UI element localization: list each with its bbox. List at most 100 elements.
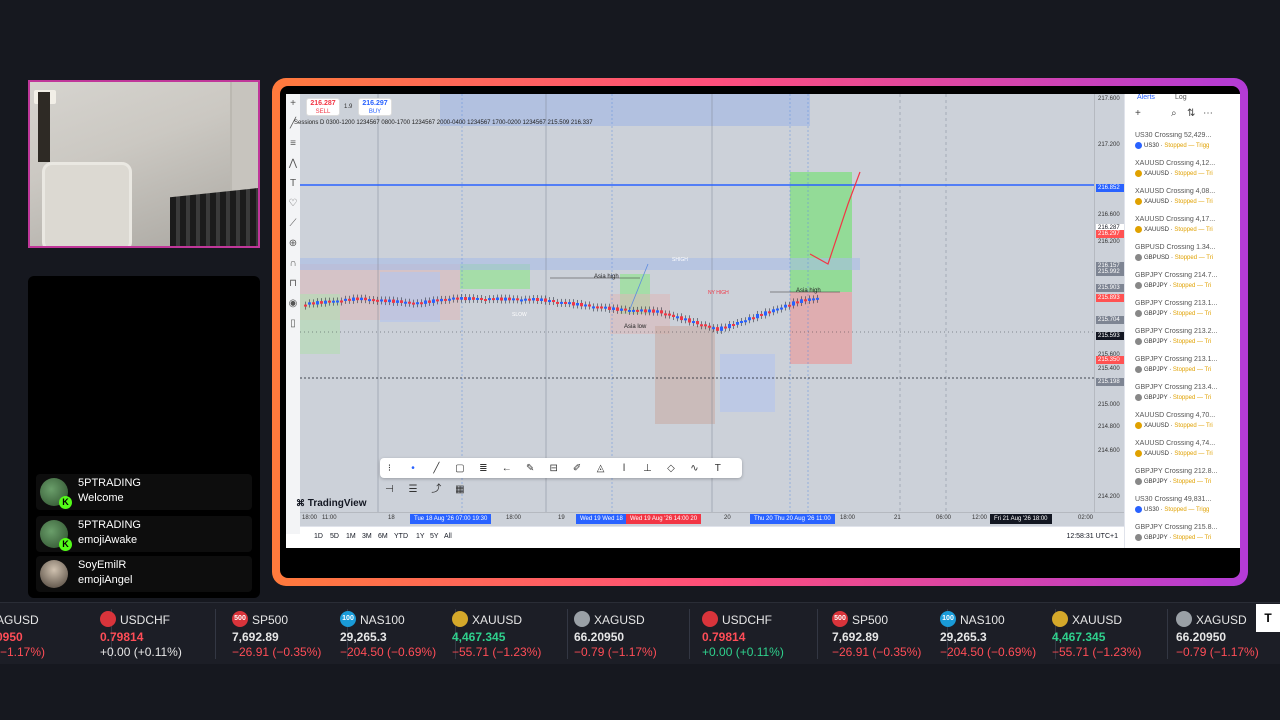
symbol-icon — [1135, 394, 1142, 401]
utc-clock[interactable]: 12:58:31 UTC+1 — [1066, 533, 1118, 540]
highlighter-icon[interactable]: ◬ — [591, 459, 610, 479]
ticker-item[interactable]: USDCHF 0.79814 +0.00 (+0.11%) — [100, 603, 218, 665]
buy-button[interactable]: 216.297 BUY — [358, 98, 392, 116]
candle — [512, 298, 515, 301]
chat-username[interactable]: SoyEmilR — [78, 559, 126, 571]
alert-item[interactable]: GBPJPY Crossing 214.7... GBPJPY · Stopped… — [1135, 272, 1231, 298]
range-3m[interactable]: 3M — [362, 533, 372, 540]
range-1d[interactable]: 1D — [314, 533, 323, 540]
more-icon[interactable]: ⋯ — [1203, 108, 1213, 119]
zoom-icon[interactable]: ⊕ — [286, 234, 300, 254]
alert-item[interactable]: GBPJPY Crossing 213.1... GBPJPY · Stopped… — [1135, 300, 1231, 326]
trash-icon[interactable]: ▯ — [286, 314, 300, 334]
ticker-price: 7,692.89 — [232, 630, 279, 644]
ticker-item[interactable]: XAUUSD 4,467.345 −55.71 (−1.23%) — [1052, 603, 1170, 665]
alert-item[interactable]: XAUUSD Crossing 4,74... XAUUSD · Stopped … — [1135, 440, 1231, 466]
candle — [792, 301, 795, 306]
range-5d[interactable]: 5D — [330, 533, 339, 540]
price-axis[interactable]: 217.600 217.200 216.600 216.200 215.600 … — [1094, 94, 1124, 512]
candle — [380, 299, 383, 302]
candle — [468, 297, 471, 301]
drag-handle-icon[interactable]: ⁝ — [380, 459, 399, 479]
alert-symbol: GBPJPY — [1144, 311, 1168, 318]
alert-item[interactable]: GBPJPY Crossing 213.2... GBPJPY · Stopped… — [1135, 328, 1231, 354]
alert-item[interactable]: US30 Crossing 49,831... US30 · Stopped — … — [1135, 496, 1231, 522]
alert-item[interactable]: XAUUSD Crossing 4,17... XAUUSD · Stopped … — [1135, 216, 1231, 242]
table-icon[interactable]: ▦ — [450, 480, 469, 500]
fib-icon[interactable]: ≡ — [286, 134, 300, 154]
time-axis[interactable]: 18:00 11:00 18 18:00 19 20 18:00 21 06:0… — [300, 512, 1124, 526]
range-5y[interactable]: 5Y — [430, 533, 439, 540]
tab-log[interactable]: Log — [1175, 94, 1187, 101]
line-icon[interactable]: ╱ — [427, 459, 446, 479]
alert-item[interactable]: GBPJPY Crossing 213.4... GBPJPY · Stopped… — [1135, 384, 1231, 410]
alert-status: Stopped — Tri — [1174, 227, 1213, 234]
text-icon[interactable]: T — [708, 459, 727, 479]
ticker-symbol: AGUSD — [0, 613, 39, 627]
sessions-indicator-legend[interactable]: Sessions D 0300-1200 1234567 0800-1700 1… — [294, 120, 593, 126]
add-alert-icon[interactable]: + — [1135, 108, 1141, 119]
ticker-item[interactable]: XAUUSD 4,467.345 −55.71 (−1.23%) — [452, 603, 570, 665]
symbol-icon — [1135, 366, 1142, 373]
sort-icon[interactable]: ⇅ — [1187, 108, 1195, 119]
candle — [708, 325, 711, 328]
lock-icon[interactable]: ⊓ — [286, 274, 300, 294]
eye-icon[interactable]: ◉ — [286, 294, 300, 314]
ticker-item[interactable]: XAGUSD 66.20950 −0.79 (−1.17%) — [574, 603, 692, 665]
screen-share: + ╱ ≡ ⋀ T ♡ ⟋ ⊕ ∩ ⊓ ◉ ▯ Asia high Asia l… — [280, 86, 1240, 578]
candle — [332, 300, 335, 303]
cursor-line-icon[interactable]: ǀ — [615, 459, 634, 479]
divider — [689, 609, 690, 659]
path-icon[interactable]: ∿ — [685, 459, 704, 479]
ticker-item[interactable]: AGUSD 0950(−1.17%) — [0, 603, 114, 665]
alert-symbol: GBPJPY — [1144, 479, 1168, 486]
candle — [560, 301, 563, 304]
range-1y[interactable]: 1Y — [416, 533, 425, 540]
ticker-symbol: XAUUSD — [1072, 613, 1123, 627]
chat-username[interactable]: 5PTRADING — [78, 519, 141, 531]
time-label: 18 — [388, 515, 395, 521]
chat-text: Welcome — [78, 492, 124, 504]
list-icon[interactable]: ☰ — [403, 480, 422, 500]
text-icon[interactable]: T — [286, 174, 300, 194]
dot-icon[interactable]: • — [403, 459, 422, 479]
alert-item[interactable]: US30 Crossing 52,429... US30 · Stopped — … — [1135, 132, 1231, 158]
brush-icon[interactable]: ✎ — [521, 459, 540, 479]
magnet-icon[interactable]: ∩ — [286, 254, 300, 274]
ticker-item[interactable]: 100 NAS100 29,265.3 −204.50 (−0.69%) — [940, 603, 1058, 665]
range-ytd[interactable]: YTD — [394, 533, 408, 540]
range-all[interactable]: All — [444, 533, 452, 540]
range-1m[interactable]: 1M — [346, 533, 356, 540]
favorite-icon[interactable]: ♡ — [286, 194, 300, 214]
position-icon[interactable]: ⊟ — [544, 459, 563, 479]
avatar — [40, 520, 72, 551]
sell-button[interactable]: 216.287 SELL — [306, 98, 340, 116]
ticker-item[interactable]: 500 SP500 7,692.89 −26.91 (−0.35%) — [832, 603, 950, 665]
alert-item[interactable]: XAUUSD Crossing 4,12... XAUUSD · Stopped … — [1135, 160, 1231, 186]
alert-item[interactable]: GBPJPY Crossing 212.8... GBPJPY · Stopped… — [1135, 468, 1231, 494]
tab-alerts[interactable]: Alerts — [1137, 94, 1155, 101]
fib-icon[interactable]: ≣ — [474, 459, 493, 479]
chart-plot-area[interactable]: Asia high Asia low NY HIGH Asia high SLO… — [300, 94, 1094, 512]
pen-icon[interactable]: ✐ — [568, 459, 587, 479]
ruler-icon[interactable]: ⟋ — [286, 214, 300, 234]
alert-item[interactable]: GBPJPY Crossing 213.1... GBPJPY · Stopped… — [1135, 356, 1231, 382]
ticker-item[interactable]: 100 NAS100 29,265.3 −204.50 (−0.69%) — [340, 603, 458, 665]
crosshair-icon[interactable]: + — [286, 94, 300, 114]
alert-item[interactable]: GBPJPY Crossing 215.8... GBPJPY · Stopped… — [1135, 524, 1231, 548]
range-6m[interactable]: 6M — [378, 533, 388, 540]
hline-icon[interactable]: ⊣ — [380, 480, 399, 500]
ticker-item[interactable]: USDCHF 0.79814 +0.00 (+0.11%) — [702, 603, 820, 665]
search-icon[interactable]: ⌕ — [1171, 108, 1177, 119]
arrow-icon[interactable]: ← — [497, 459, 516, 479]
rect-icon[interactable]: ▢ — [450, 459, 469, 479]
alert-item[interactable]: XAUUSD Crossing 4,08... XAUUSD · Stopped … — [1135, 188, 1231, 214]
alert-item[interactable]: GBPUSD Crossing 1.34... GBPUSD · Stopped … — [1135, 244, 1231, 270]
ellipse-icon[interactable]: ◇ — [661, 459, 680, 479]
cross-icon[interactable]: ⊥ — [638, 459, 657, 479]
alert-item[interactable]: XAUUSD Crossing 4,70... XAUUSD · Stopped … — [1135, 412, 1231, 438]
chat-username[interactable]: 5PTRADING — [78, 477, 141, 489]
curve-icon[interactable]: ⤴ — [427, 480, 446, 500]
ticker-item[interactable]: 500 SP500 7,692.89 −26.91 (−0.35%) — [232, 603, 350, 665]
pattern-icon[interactable]: ⋀ — [286, 154, 300, 174]
